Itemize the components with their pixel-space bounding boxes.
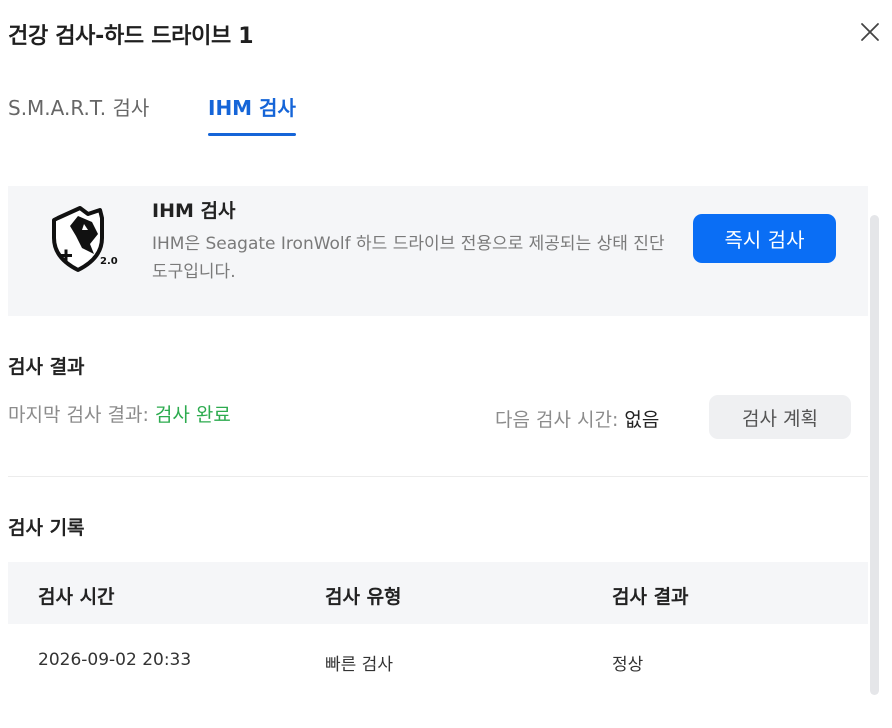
ihm-card-title: IHM 검사 — [152, 200, 236, 222]
logo-version: 2.0 — [100, 256, 118, 267]
table-row: 2026-09-02 20:33 빠른 검사 정상 — [8, 624, 868, 700]
column-header-time: 검사 시간 — [38, 586, 115, 608]
close-button[interactable] — [856, 18, 884, 46]
next-check-label: 다음 검사 시간: — [495, 409, 619, 431]
tab-bar: S.M.A.R.T. 검사 IHM 검사 — [8, 88, 296, 138]
dialog-title: 건강 검사-하드 드라이브 1 — [8, 24, 254, 49]
cell-time: 2026-09-02 20:33 — [38, 650, 192, 670]
ihm-card-description: IHM은 Seagate IronWolf 하드 드라이브 전용으로 제공되는 … — [152, 234, 665, 282]
column-header-result: 검사 결과 — [612, 586, 689, 608]
column-header-type: 검사 유형 — [325, 586, 402, 608]
cell-result: 정상 — [612, 655, 644, 675]
schedule-button[interactable]: 검사 계획 — [709, 395, 851, 439]
tab-ihm[interactable]: IHM 검사 — [208, 88, 296, 136]
ironwolf-logo: 2.0 — [48, 204, 124, 274]
history-section-title: 검사 기록 — [8, 517, 85, 539]
last-result-value: 검사 완료 — [154, 404, 231, 426]
results-section-title: 검사 결과 — [8, 356, 85, 378]
history-table-header: 검사 시간 검사 유형 검사 결과 — [8, 562, 868, 624]
section-divider — [8, 476, 868, 477]
scrollbar[interactable] — [870, 215, 879, 695]
next-check: 다음 검사 시간: 없음 — [495, 405, 659, 432]
run-now-button[interactable]: 즉시 검사 — [693, 214, 836, 263]
last-result-label: 마지막 검사 결과: — [8, 404, 149, 426]
close-icon — [861, 23, 879, 41]
ihm-info-card: 2.0 IHM 검사 IHM은 Seagate IronWolf 하드 드라이브… — [8, 186, 868, 316]
cell-type: 빠른 검사 — [325, 655, 393, 675]
last-result: 마지막 검사 결과: 검사 완료 — [8, 400, 231, 427]
next-check-value: 없음 — [624, 409, 660, 431]
tab-smart[interactable]: S.M.A.R.T. 검사 — [8, 88, 208, 136]
